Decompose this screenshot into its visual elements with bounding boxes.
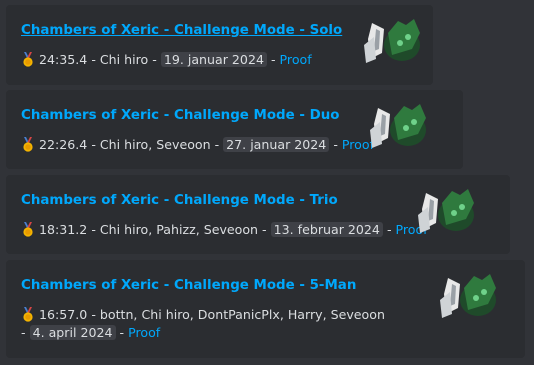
separator: - (382, 222, 396, 237)
embed-card-duo: Chambers of Xeric - Challenge Mode - Duo… (6, 90, 463, 169)
record-time: 16:57.0 (39, 307, 88, 322)
separator: - (329, 137, 342, 152)
gold-medal-icon (23, 137, 33, 152)
separator: - (115, 325, 129, 340)
record-players: Chi hiro (99, 52, 149, 67)
gold-medal-icon (23, 307, 33, 322)
separator: - (148, 52, 161, 67)
gold-medal-icon (23, 222, 33, 237)
embed-card-trio: Chambers of Xeric - Challenge Mode - Tri… (6, 175, 510, 254)
record-line: 18:31.2 - Chi hiro, Pahizz, Seveoon - 13… (21, 221, 428, 239)
gold-medal-icon (23, 52, 33, 67)
separator: - (87, 137, 100, 152)
proof-link[interactable]: Proof (280, 52, 312, 67)
separator: - (87, 222, 100, 237)
record-time: 24:35.4 (39, 52, 88, 67)
separator: - (21, 325, 30, 340)
embed-title-link[interactable]: Chambers of Xeric - Challenge Mode - Sol… (21, 23, 342, 38)
record-players: bottn, Chi hiro, DontPanicPlx, Harry, Se… (99, 307, 385, 322)
record-line: 16:57.0 - bottn, Chi hiro, DontPanicPlx,… (21, 306, 391, 342)
separator: - (210, 137, 224, 152)
proof-link[interactable]: Proof (128, 325, 160, 340)
record-date: 27. januar 2024 (223, 137, 330, 152)
olm-boss-thumbnail (370, 104, 426, 148)
embed-card-5-man: Chambers of Xeric - Challenge Mode - 5-M… (6, 260, 525, 358)
separator: - (266, 52, 280, 67)
record-time: 18:31.2 (39, 222, 88, 237)
record-players: Chi hiro, Pahizz, Seveoon (99, 222, 259, 237)
record-date: 4. april 2024 (29, 325, 116, 340)
olm-boss-thumbnail (418, 189, 474, 233)
record-date: 19. januar 2024 (160, 52, 267, 67)
record-line: 22:26.4 - Chi hiro, Seveoon - 27. januar… (21, 136, 374, 154)
embed-title-link[interactable]: Chambers of Xeric - Challenge Mode - 5-M… (21, 278, 356, 293)
record-time: 22:26.4 (39, 137, 88, 152)
embed-title-link[interactable]: Chambers of Xeric - Challenge Mode - Duo (21, 108, 339, 123)
record-players: Chi hiro, Seveoon (99, 137, 211, 152)
separator: - (87, 52, 100, 67)
olm-boss-thumbnail (364, 19, 420, 63)
separator: - (258, 222, 271, 237)
embed-card-solo: Chambers of Xeric - Challenge Mode - Sol… (6, 5, 433, 85)
record-date: 13. februar 2024 (270, 222, 383, 237)
embed-title-link[interactable]: Chambers of Xeric - Challenge Mode - Tri… (21, 193, 338, 208)
separator: - (87, 307, 100, 322)
record-line: 24:35.4 - Chi hiro - 19. januar 2024 - P… (21, 51, 312, 69)
olm-boss-thumbnail (440, 274, 496, 318)
